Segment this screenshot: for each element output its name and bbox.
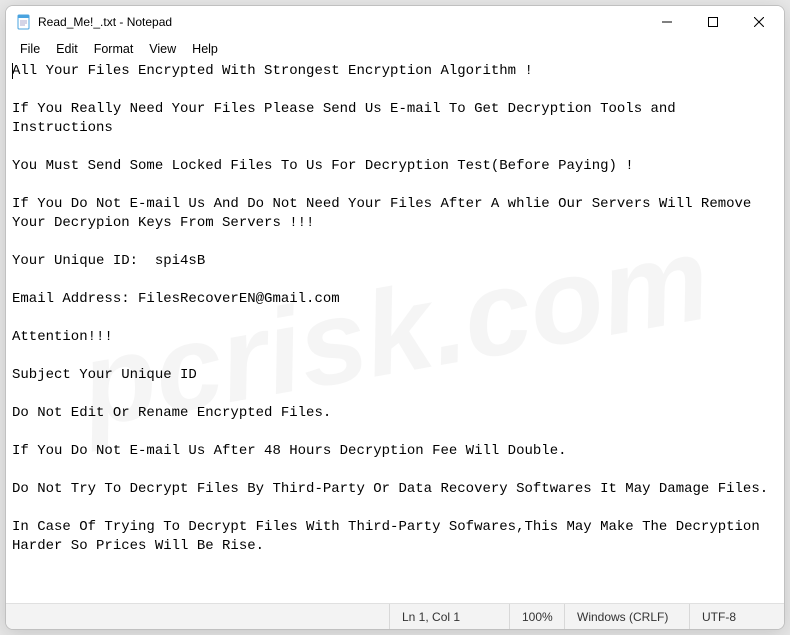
window-controls <box>644 6 782 38</box>
text-editor[interactable]: All Your Files Encrypted With Strongest … <box>6 60 784 603</box>
status-position: Ln 1, Col 1 <box>389 604 509 629</box>
menu-help[interactable]: Help <box>184 40 226 58</box>
notepad-icon <box>16 14 32 30</box>
maximize-button[interactable] <box>690 6 736 38</box>
status-encoding: UTF-8 <box>689 604 784 629</box>
status-spacer <box>6 604 389 629</box>
menu-view[interactable]: View <box>141 40 184 58</box>
menu-edit[interactable]: Edit <box>48 40 86 58</box>
window-title: Read_Me!_.txt - Notepad <box>38 15 644 29</box>
statusbar: Ln 1, Col 1 100% Windows (CRLF) UTF-8 <box>6 603 784 629</box>
menubar: File Edit Format View Help <box>6 38 784 60</box>
titlebar[interactable]: Read_Me!_.txt - Notepad <box>6 6 784 38</box>
menu-file[interactable]: File <box>12 40 48 58</box>
close-button[interactable] <box>736 6 782 38</box>
document-text: All Your Files Encrypted With Strongest … <box>12 63 768 554</box>
notepad-window: Read_Me!_.txt - Notepad File Edit Format… <box>5 5 785 630</box>
status-eol: Windows (CRLF) <box>564 604 689 629</box>
menu-format[interactable]: Format <box>86 40 142 58</box>
minimize-button[interactable] <box>644 6 690 38</box>
status-zoom: 100% <box>509 604 564 629</box>
